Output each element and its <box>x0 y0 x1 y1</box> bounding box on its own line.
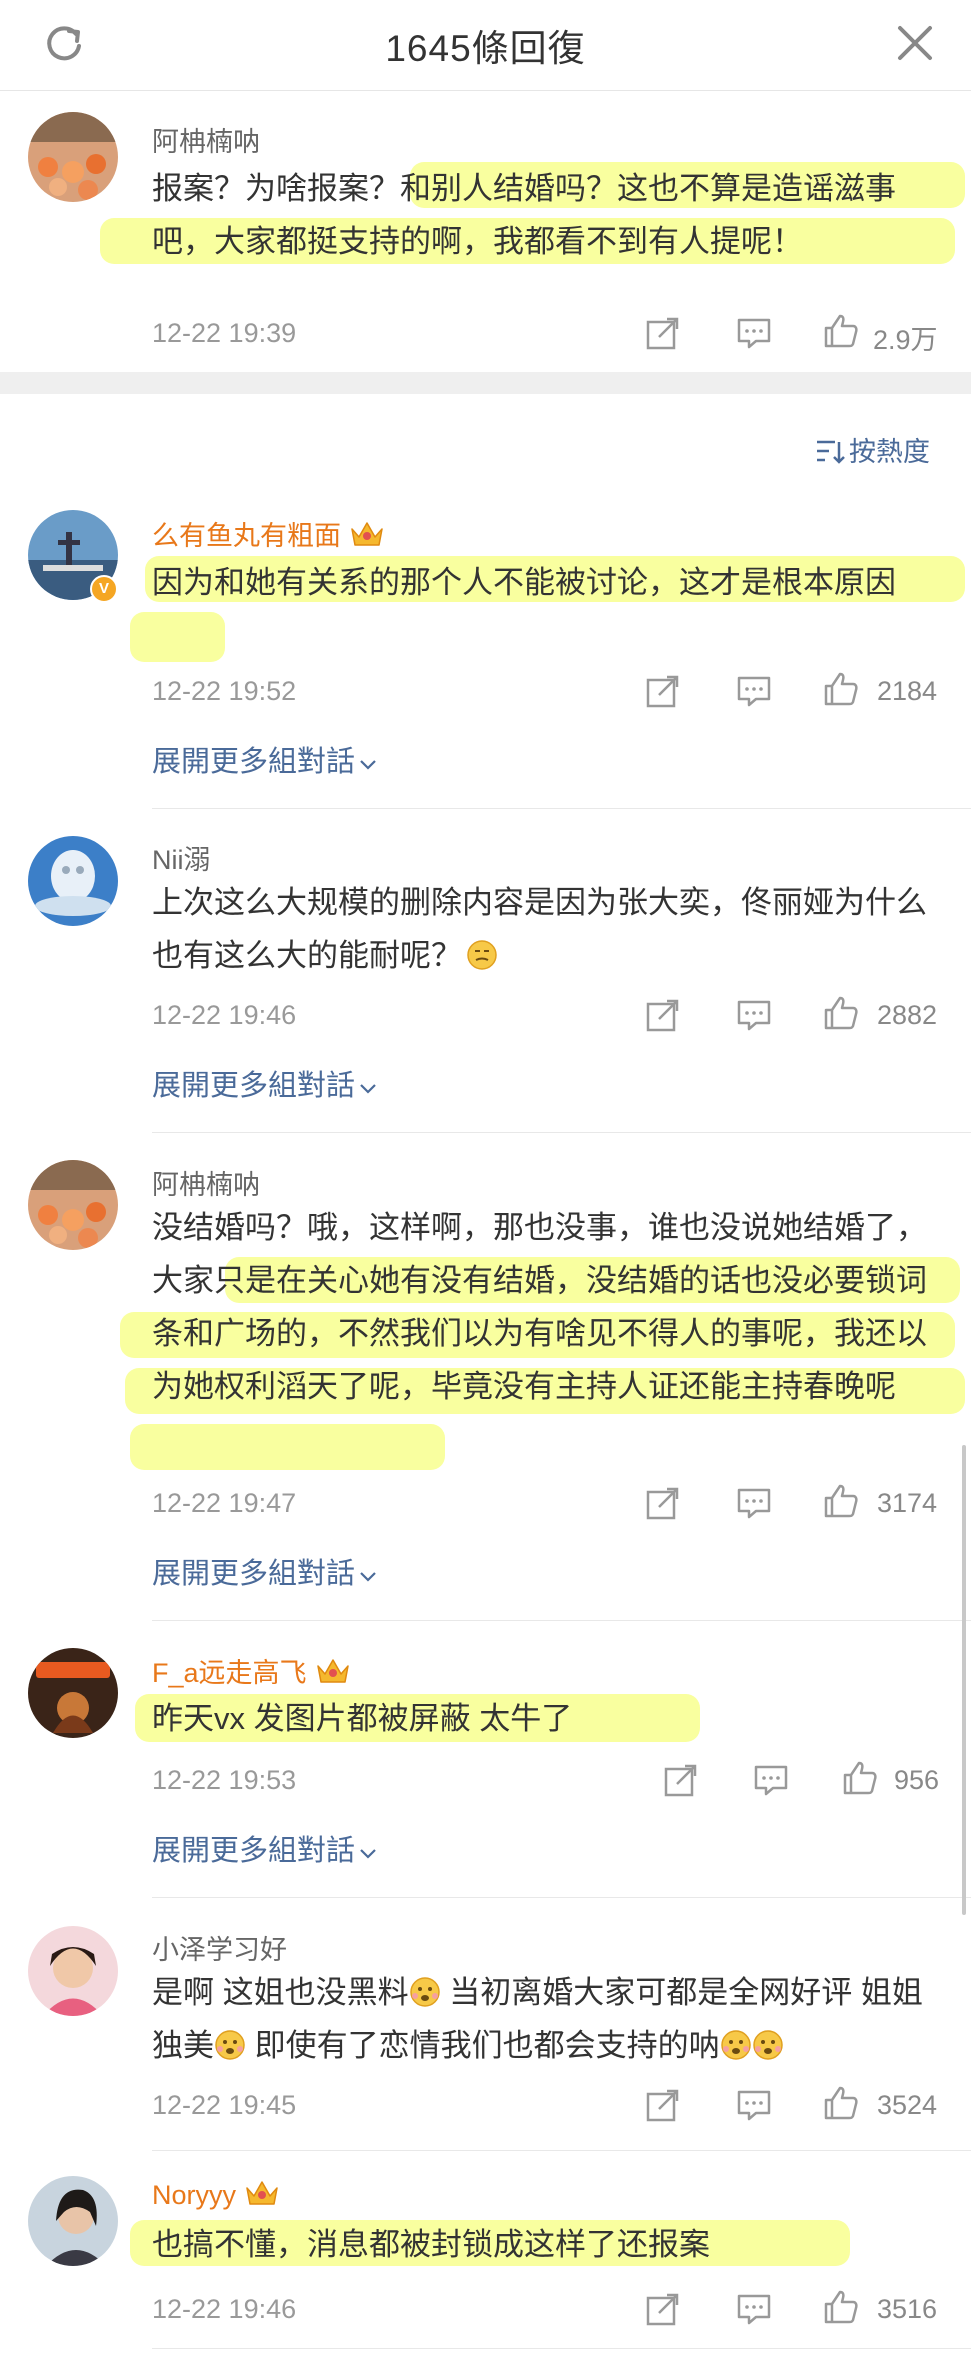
highlight-mark <box>130 1424 445 1470</box>
chevron-down-icon <box>360 1572 376 1582</box>
timestamp: 12-22 19:52 <box>152 676 297 706</box>
divider <box>152 1620 971 1621</box>
timestamp: 12-22 19:39 <box>152 318 297 348</box>
comment-text: 昨天vx 发图片都被屏蔽 太牛了 <box>152 1701 573 1736</box>
like-count: 2882 <box>877 1000 938 1030</box>
avatar[interactable] <box>28 1160 118 1250</box>
like-icon[interactable] <box>823 2289 859 2325</box>
timestamp: 12-22 19:46 <box>152 1000 297 1030</box>
like-count: 3174 <box>877 1488 938 1518</box>
comment-icon[interactable] <box>736 997 772 1033</box>
divider <box>152 2150 971 2151</box>
username[interactable]: 阿柟楠呐 <box>152 1163 260 1202</box>
username-text[interactable]: F_a远走高飞 <box>152 1658 307 1688</box>
username[interactable]: 阿柟楠呐 <box>152 120 260 159</box>
emoji-icon <box>467 940 497 970</box>
avatar[interactable] <box>28 1926 118 2016</box>
username[interactable]: F_a远走高飞 <box>152 1651 351 1690</box>
scrollbar[interactable] <box>962 1445 966 1915</box>
chevron-down-icon <box>360 1084 376 1094</box>
comment-icon[interactable] <box>736 1485 772 1521</box>
crown-icon <box>316 1659 349 1683</box>
share-icon[interactable] <box>645 997 681 1033</box>
expand-label[interactable]: 展開更多組對話 <box>152 1070 355 1102</box>
top-bar: 1645條回復 <box>0 0 971 91</box>
expand-label[interactable]: 展開更多組對話 <box>152 746 355 778</box>
comment-icon[interactable] <box>753 1762 789 1798</box>
sort-icon <box>817 440 845 464</box>
emoji-icon <box>720 2030 751 2060</box>
avatar[interactable] <box>28 836 118 926</box>
sort-label: 按熱度 <box>849 437 930 467</box>
comment-icon[interactable] <box>736 315 772 351</box>
like-count: 2.9万 <box>873 325 938 355</box>
emoji-icon <box>215 2030 245 2060</box>
like-icon[interactable] <box>823 2085 859 2121</box>
expand-thread-link[interactable]: 展開更多組對話 <box>152 738 377 780</box>
comment-text: 也搞不懂，消息都被封锁成这样了还报案 <box>152 2227 710 2262</box>
sort-button[interactable]: 按熱度 <box>815 430 930 469</box>
crown-icon <box>246 2181 278 2205</box>
verified-icon: V <box>90 575 118 603</box>
expand-thread-link[interactable]: 展開更多組對話 <box>152 1550 377 1592</box>
username-text[interactable]: 么有鱼丸有粗面 <box>152 521 341 551</box>
crown-icon <box>351 522 383 546</box>
comment-icon[interactable] <box>736 2291 772 2327</box>
like-count: 3516 <box>877 2294 938 2324</box>
comment-text: 没结婚吗？哦，这样啊，那也没事，谁也没说她结婚了，大家只是在关心她有没有结婚，没… <box>152 1210 927 1404</box>
comment-icon[interactable] <box>736 2087 772 2123</box>
username[interactable]: 么有鱼丸有粗面 <box>152 514 385 553</box>
username[interactable]: Nii溺 <box>152 838 211 877</box>
timestamp: 12-22 19:47 <box>152 1488 297 1518</box>
username-text[interactable]: Noryyy <box>152 2180 236 2210</box>
timestamp: 12-22 19:46 <box>152 2294 297 2324</box>
avatar[interactable] <box>28 2176 118 2266</box>
like-count: 2184 <box>877 676 938 706</box>
like-icon[interactable] <box>842 1760 878 1796</box>
username[interactable]: Noryyy <box>152 2178 280 2211</box>
username[interactable]: 小泽学习好 <box>152 1928 287 1967</box>
comment-text: 因为和她有关系的那个人不能被讨论，这才是根本原因 <box>152 565 896 600</box>
highlight-mark <box>130 612 225 662</box>
expand-thread-link[interactable]: 展開更多組對話 <box>152 1827 377 1869</box>
like-count: 956 <box>894 1765 940 1795</box>
comment-icon[interactable] <box>736 673 772 709</box>
share-icon[interactable] <box>645 673 681 709</box>
avatar[interactable] <box>28 1648 118 1738</box>
emoji-icon <box>409 1977 440 2007</box>
share-icon[interactable] <box>663 1762 699 1798</box>
share-icon[interactable] <box>645 2087 681 2123</box>
like-count: 3524 <box>877 2090 938 2120</box>
comment-text: 上次这么大规模的删除内容是因为张大奕，佟丽娅为什么也有这么大的能耐呢？ <box>152 876 942 982</box>
timestamp: 12-22 19:53 <box>152 1765 297 1795</box>
avatar[interactable] <box>28 112 118 202</box>
divider <box>152 2348 971 2349</box>
divider <box>152 1132 971 1133</box>
page-title: 1645條回復 <box>385 28 586 69</box>
chevron-down-icon <box>360 760 376 770</box>
comment-text-part: 即使有了恋情我们也都会支持的呐 <box>246 2028 720 2063</box>
like-icon[interactable] <box>823 1483 859 1519</box>
close-icon[interactable] <box>894 22 936 64</box>
like-icon[interactable] <box>823 313 859 349</box>
divider <box>152 1897 971 1898</box>
expand-label[interactable]: 展開更多組對話 <box>152 1558 355 1590</box>
like-icon[interactable] <box>823 995 859 1031</box>
comment-text-part: 是啊 这姐也没黑料 <box>152 1975 409 2010</box>
comment-text-content: 上次这么大规模的删除内容是因为张大奕，佟丽娅为什么也有这么大的能耐呢？ <box>152 885 927 973</box>
share-icon[interactable] <box>645 2291 681 2327</box>
share-icon[interactable] <box>645 315 681 351</box>
section-gap <box>0 372 971 394</box>
chevron-down-icon <box>360 1849 376 1859</box>
share-icon[interactable] <box>645 1485 681 1521</box>
timestamp: 12-22 19:45 <box>152 2090 297 2120</box>
divider <box>152 808 971 809</box>
expand-thread-link[interactable]: 展開更多組對話 <box>152 1062 377 1104</box>
expand-label[interactable]: 展開更多組對話 <box>152 1835 355 1867</box>
comment-text: 是啊 这姐也没黑料 当初离婚大家可都是全网好评 姐姐独美 即使有了恋情我们也都会… <box>152 1966 942 2072</box>
like-icon[interactable] <box>823 671 859 707</box>
comment-text: 报案？为啥报案？和别人结婚吗？这也不算是造谣滋事吧，大家都挺支持的啊，我都看不到… <box>152 171 896 259</box>
emoji-icon <box>752 2030 783 2060</box>
